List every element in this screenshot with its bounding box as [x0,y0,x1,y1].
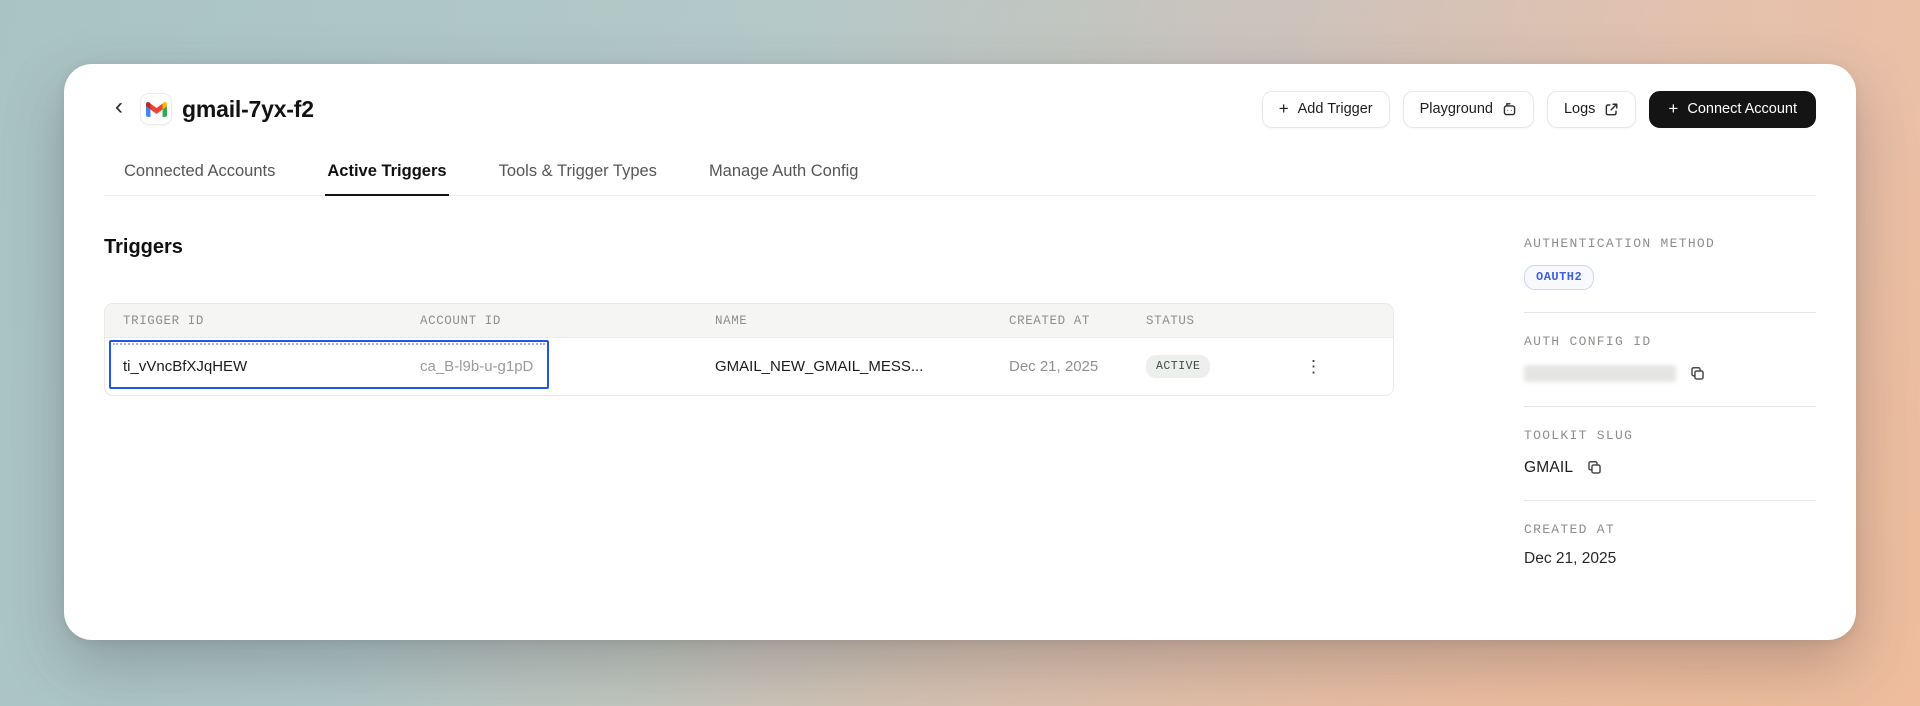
column-header-account-id: ACCOUNT ID [420,313,502,328]
back-button[interactable]: ‹ [104,92,134,126]
toolkit-slug-label: TOOLKIT SLUG [1524,428,1634,443]
toolkit-slug-value: GMAIL [1524,458,1574,476]
created-at-cell: Dec 21, 2025 [1009,358,1099,375]
app-detail-card: ‹ gmail-7yx-f2 + Add Trigger Playground [64,64,1856,640]
status-badge: ACTIVE [1146,355,1211,378]
table-header-row: TRIGGER ID ACCOUNT ID NAME CREATED AT ST… [105,304,1393,338]
plus-icon: + [1668,99,1679,118]
logs-button[interactable]: Logs [1546,90,1637,128]
triggers-table: TRIGGER ID ACCOUNT ID NAME CREATED AT ST… [104,303,1394,396]
copy-icon[interactable] [1687,363,1708,384]
row-menu-kebab-icon[interactable]: ⋮ [1297,352,1330,381]
gmail-logo-icon [140,93,172,125]
created-at-label: CREATED AT [1524,522,1616,537]
column-header-trigger-id: TRIGGER ID [123,313,205,328]
plus-icon: + [1278,99,1289,118]
details-sidebar: AUTHENTICATION METHOD OAUTH2 AUTH CONFIG… [1524,236,1816,568]
auth-method-label: AUTHENTICATION METHOD [1524,236,1716,251]
triggers-section: Triggers TRIGGER ID ACCOUNT ID NAME CREA… [104,236,1524,568]
oauth2-badge: OAUTH2 [1524,265,1595,290]
sidebar-divider [1524,500,1816,501]
column-header-status: STATUS [1146,313,1195,328]
column-header-created-at: CREATED AT [1009,313,1091,328]
table-row[interactable]: ti_vVncBfXJqHEW ca_B-l9b-u-g1pD GMAIL_NE… [105,338,1393,395]
row-actions-cell: ⋮ [1271,352,1393,381]
add-trigger-button[interactable]: + Add Trigger [1261,90,1390,128]
page-header: ‹ gmail-7yx-f2 + Add Trigger Playground [104,86,1816,132]
external-link-icon [1604,102,1619,117]
logs-label: Logs [1563,101,1596,117]
tab-active-triggers[interactable]: Active Triggers [325,162,449,196]
sidebar-divider [1524,312,1816,313]
add-trigger-label: Add Trigger [1297,101,1373,117]
page-title: gmail-7yx-f2 [182,95,314,122]
tab-manage-auth-config[interactable]: Manage Auth Config [707,162,861,196]
connect-account-label: Connect Account [1687,101,1797,117]
playground-button[interactable]: Playground [1402,90,1534,128]
tab-bar: Connected Accounts Active Triggers Tools… [104,162,1816,196]
content-area: Triggers TRIGGER ID ACCOUNT ID NAME CREA… [104,236,1816,568]
tab-connected-accounts[interactable]: Connected Accounts [122,162,277,196]
auth-config-id-label: AUTH CONFIG ID [1524,334,1652,349]
triggers-heading: Triggers [104,236,183,258]
account-id-cell[interactable]: ca_B-l9b-u-g1pD [402,358,697,375]
playground-label: Playground [1419,101,1493,117]
trigger-name-cell[interactable]: GMAIL_NEW_GMAIL_MESS... [697,358,991,375]
copy-icon[interactable] [1584,457,1605,478]
connect-account-button[interactable]: + Connect Account [1649,90,1816,128]
created-at-value: Dec 21, 2025 [1524,550,1617,567]
trigger-id-cell[interactable]: ti_vVncBfXJqHEW [105,358,402,375]
tab-tools-trigger-types[interactable]: Tools & Trigger Types [497,162,659,196]
status-cell: ACTIVE [1128,355,1271,378]
playground-bot-icon [1502,102,1517,117]
column-header-name: NAME [715,313,748,328]
auth-config-id-redacted-value [1524,365,1676,382]
sidebar-divider [1524,406,1816,407]
header-actions: + Add Trigger Playground Logs + Connect … [1261,90,1816,128]
